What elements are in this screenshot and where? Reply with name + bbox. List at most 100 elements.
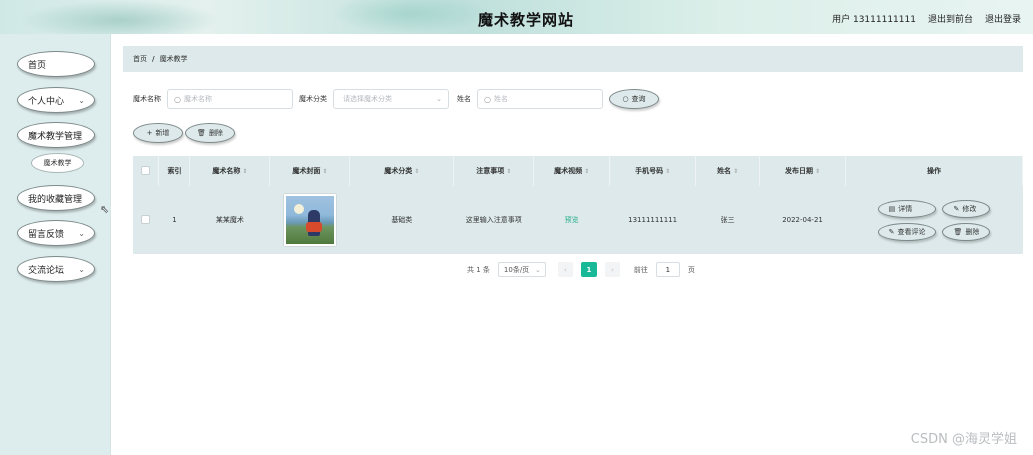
header-label: 操作 (927, 167, 941, 175)
cell-video: 预览 (534, 186, 610, 254)
detail-button-label: 详情 (898, 204, 913, 213)
row-actions: ▤ 详情 ✎ 修改 ✎ 查看评论 🗑 删除 (846, 199, 1023, 241)
action-bar: + 新增 🗑 删除 (133, 123, 235, 143)
trash-icon: 🗑 (197, 129, 206, 137)
sidebar-item-personal-center[interactable]: 个人中心 ⌄ (17, 87, 95, 113)
search-button-label: 查询 (631, 95, 646, 103)
next-page-button[interactable]: › (604, 262, 620, 277)
table-header-row: 索引 魔术名称 ⇕ 魔术封面 ⇕ 魔术分类 ⇕ 注意事项 ⇕ 魔术视频 ⇕ 手机号码 ⇕ 姓… (133, 156, 1023, 186)
cell-date: 2022-04-21 (782, 216, 823, 224)
author-filter-label: 姓名 (457, 95, 471, 103)
chevron-down-icon: ⌄ (436, 95, 442, 103)
sort-icon[interactable]: ⇕ (733, 168, 738, 175)
cell-category: 基础类 (391, 216, 413, 224)
user-label: 用户 13111111111 (832, 15, 916, 25)
prev-page-button[interactable]: ‹ (557, 262, 573, 277)
sort-icon[interactable]: ⇕ (665, 168, 670, 175)
header-label: 注意事项 (476, 167, 505, 175)
breadcrumb: 首页 / 魔术教学 (123, 46, 1023, 72)
cover-thumbnail[interactable] (283, 194, 336, 246)
main-content: 首页 / 魔术教学 魔术名称 ○ 魔术名称 魔术分类 请选择魔术分类 ⌄ 姓名 … (111, 34, 1033, 455)
sidebar-item-favorites-mgmt[interactable]: 我的收藏管理 (17, 185, 95, 211)
sort-icon[interactable]: ⇕ (584, 168, 589, 175)
header-phone[interactable]: 手机号码 ⇕ (609, 156, 697, 186)
table-row: 1 某某魔术 基础类 这里输入注意事项 预览 13111111111 张三 20… (133, 186, 1023, 254)
pagination: 共 1 条 10条/页 ⌄ ‹ 1 › 前往 1 页 (467, 262, 695, 277)
header-label: 魔术分类 (384, 167, 413, 175)
sort-icon[interactable]: ⇕ (322, 168, 327, 175)
sort-icon[interactable]: ⇕ (506, 168, 511, 175)
header-user-area: 用户 13111111111 退出到前台 退出登录 (832, 12, 1021, 25)
chevron-left-icon: ‹ (564, 265, 567, 274)
detail-button[interactable]: ▤ 详情 (877, 199, 937, 218)
name-filter-input[interactable]: ○ 魔术名称 (167, 89, 293, 109)
cover-moon (293, 204, 304, 214)
back-to-front-link[interactable]: 退出到前台 (928, 12, 973, 25)
select-all-checkbox[interactable] (141, 165, 151, 175)
breadcrumb-home[interactable]: 首页 (133, 54, 147, 64)
page-unit-label: 页 (687, 265, 695, 274)
chevron-down-icon: ⌄ (78, 229, 85, 238)
search-icon: ○ (622, 95, 629, 103)
sidebar-item-label: 交流论坛 (28, 265, 65, 276)
search-button[interactable]: ○ 查询 (609, 89, 659, 109)
edit-button[interactable]: ✎ 修改 (942, 199, 991, 218)
category-filter-label: 魔术分类 (299, 95, 327, 103)
breadcrumb-current: 魔术教学 (159, 55, 188, 63)
plus-icon: + (146, 129, 153, 137)
sidebar-item-label: 魔术教学管理 (28, 131, 83, 142)
search-filter-row: 魔术名称 ○ 魔术名称 魔术分类 请选择魔术分类 ⌄ 姓名 ○ 姓名 ○ 查询 (133, 89, 659, 109)
page-size-select[interactable]: 10条/页 ⌄ (497, 262, 546, 277)
header-label: 索引 (167, 167, 182, 175)
batch-delete-button[interactable]: 🗑 删除 (185, 123, 235, 143)
sort-icon[interactable]: ⇕ (414, 168, 419, 175)
header-category[interactable]: 魔术分类 ⇕ (349, 156, 455, 186)
view-comments-button[interactable]: ✎ 查看评论 (877, 222, 937, 241)
sidebar-item-home[interactable]: 首页 (17, 51, 95, 77)
goto-label: 前往 (633, 265, 648, 274)
batch-delete-label: 删除 (208, 129, 223, 137)
header-label: 姓名 (717, 167, 732, 175)
sidebar: 首页 个人中心 ⌄ 魔术教学管理 魔术教学 我的收藏管理 留言反馈 ⌄ 交流论坛… (0, 34, 111, 455)
sidebar-subitem-magic-teaching[interactable]: 魔术教学 (31, 153, 84, 173)
header-author[interactable]: 姓名 ⇕ (695, 156, 761, 186)
sidebar-item-forum[interactable]: 交流论坛 ⌄ (17, 256, 95, 282)
logout-link[interactable]: 退出登录 (985, 12, 1021, 25)
video-preview-link[interactable]: 预览 (565, 216, 579, 224)
name-filter-placeholder: 魔术名称 (183, 95, 212, 103)
author-filter-input[interactable]: ○ 姓名 (477, 89, 603, 109)
sort-icon[interactable]: ⇕ (242, 168, 247, 175)
add-button-label: 新增 (155, 129, 170, 137)
csdn-watermark: CSDN @海灵学姐 (910, 432, 1017, 447)
chevron-down-icon: ⌄ (78, 265, 85, 274)
search-icon: ○ (174, 94, 181, 104)
cover-figure-skirt (305, 222, 322, 232)
cell-index: 1 (172, 216, 177, 224)
cell-notes: 这里输入注意事项 (465, 216, 522, 224)
sort-icon[interactable]: ⇕ (815, 168, 820, 175)
page-size-value: 10条/页 (503, 265, 530, 274)
header-label: 魔术视频 (554, 167, 583, 175)
select-all-cell (133, 156, 160, 186)
header-date[interactable]: 发布日期 ⇕ (759, 156, 846, 186)
cell-phone: 13111111111 (628, 216, 678, 224)
header-notes[interactable]: 注意事项 ⇕ (453, 156, 535, 186)
delete-button[interactable]: 🗑 删除 (942, 222, 991, 241)
add-button[interactable]: + 新增 (133, 123, 183, 143)
header-decoration (20, 0, 220, 34)
sidebar-item-magic-teaching-mgmt[interactable]: 魔术教学管理 (17, 122, 95, 148)
author-filter-placeholder: 姓名 (493, 95, 508, 103)
header-cover[interactable]: 魔术封面 ⇕ (269, 156, 351, 186)
header-name[interactable]: 魔术名称 ⇕ (189, 156, 271, 186)
edit-icon: ✎ (888, 227, 895, 236)
page-number-current[interactable]: 1 (580, 262, 597, 277)
row-checkbox[interactable] (141, 214, 151, 224)
sidebar-item-feedback[interactable]: 留言反馈 ⌄ (17, 220, 95, 246)
chevron-down-icon: ⌄ (535, 266, 541, 274)
goto-page-input[interactable]: 1 (655, 262, 680, 277)
category-filter-select[interactable]: 请选择魔术分类 ⌄ (333, 89, 449, 109)
sidebar-item-label: 我的收藏管理 (28, 194, 83, 205)
sidebar-subitem-label: 魔术教学 (43, 159, 72, 167)
header-video[interactable]: 魔术视频 ⇕ (533, 156, 611, 186)
header-decoration (330, 0, 490, 34)
